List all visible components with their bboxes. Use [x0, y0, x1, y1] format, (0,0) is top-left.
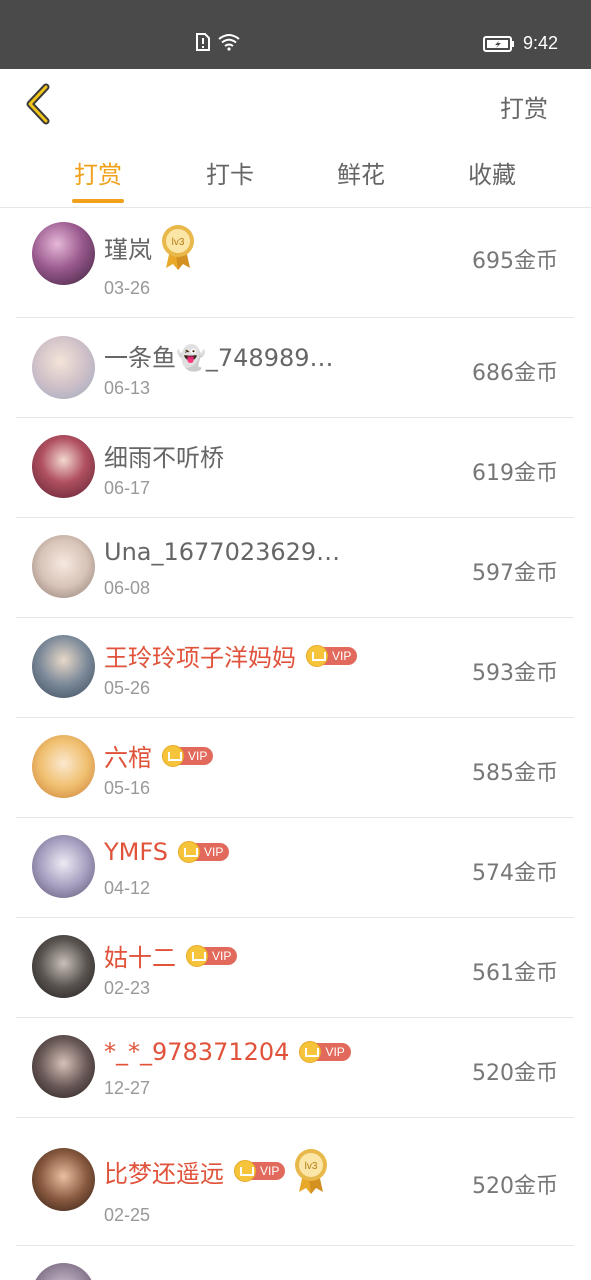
- coin-amount: 619金币: [472, 461, 558, 486]
- user-name: 一条鱼👻_748989…: [104, 344, 334, 372]
- vip-badge: VIP: [162, 744, 214, 767]
- crown-icon: [177, 841, 200, 863]
- avatar: [32, 735, 95, 798]
- avatar: [32, 222, 95, 285]
- crown-icon: [186, 944, 208, 967]
- status-icons: [196, 33, 240, 51]
- battery-icon: [482, 35, 514, 52]
- user-name: 王玲玲项子洋妈妈 VIP: [104, 638, 358, 673]
- coin-amount: 520金币: [472, 1061, 558, 1086]
- svg-text:lv3: lv3: [305, 1161, 318, 1172]
- coin-amount: 597金币: [472, 561, 558, 586]
- coin-amount: 695金币: [472, 249, 558, 274]
- avatar: [32, 935, 95, 998]
- user-name: 瑾岚 lv3: [104, 224, 196, 270]
- tab-flowers[interactable]: 鲜花: [301, 155, 421, 190]
- crown-icon: [162, 744, 184, 767]
- sim-alert-icon: [196, 33, 210, 51]
- vip-badge: VIP: [306, 644, 358, 667]
- reward-date: 04-12: [104, 878, 151, 898]
- list-item[interactable]: YMFS VIP 04-12 574金币: [16, 818, 574, 918]
- chevron-left-icon: [26, 83, 50, 125]
- avatar: [32, 336, 95, 399]
- tab-checkin[interactable]: 打卡: [170, 155, 290, 190]
- vip-badge: VIP: [299, 1041, 351, 1063]
- user-name: 细雨不听桥: [104, 444, 224, 472]
- reward-date: 06-13: [104, 378, 151, 398]
- list-item[interactable]: 六棺 VIP 05-16 585金币: [16, 718, 574, 818]
- coin-amount: 585金币: [472, 761, 558, 786]
- list-item[interactable]: 比梦还遥远 VIP lv3 02-25 520金币: [16, 1118, 574, 1246]
- user-name: 六棺 VIP: [104, 738, 214, 773]
- back-button[interactable]: [20, 81, 60, 127]
- status-bar: 9:42: [0, 0, 591, 69]
- user-name: 比梦还遥远 VIP lv3: [104, 1148, 329, 1194]
- avatar: [32, 1148, 95, 1211]
- reward-date: 06-17: [104, 478, 151, 498]
- avatar: [32, 435, 95, 498]
- reward-date: 06-08: [104, 578, 151, 598]
- tab-bar: 打赏 打卡 鲜花 收藏: [0, 141, 591, 208]
- reward-date: 03-26: [104, 278, 151, 298]
- coin-amount: 593金币: [472, 661, 558, 686]
- tab-favorites[interactable]: 收藏: [432, 155, 552, 190]
- list-item[interactable]: 细雨不听桥 06-17 619金币: [16, 418, 574, 518]
- list-item[interactable]: 王玲玲项子洋妈妈 VIP 05-26 593金币: [16, 618, 574, 718]
- svg-text:lv3: lv3: [172, 237, 185, 248]
- avatar: [32, 635, 95, 698]
- list-item-partial[interactable]: [16, 1246, 574, 1280]
- reward-date: 05-26: [104, 678, 151, 698]
- status-right: 9:42: [482, 33, 558, 54]
- user-name: 姑十二 VIP: [104, 938, 238, 973]
- vip-badge: VIP: [177, 841, 230, 863]
- level-medal-icon: lv3: [293, 1148, 329, 1194]
- status-time: 9:42: [522, 33, 558, 53]
- wifi-icon: [218, 34, 240, 51]
- crown-icon: [234, 1160, 256, 1182]
- vip-badge: VIP: [186, 944, 238, 967]
- avatar: [32, 535, 95, 598]
- coin-amount: 520金币: [472, 1174, 558, 1199]
- nav-reward-button[interactable]: 打赏: [500, 89, 548, 124]
- coin-amount: 561金币: [472, 961, 558, 986]
- user-name: *_*_978371204 VIP: [104, 1038, 351, 1066]
- reward-date: 12-27: [104, 1078, 151, 1098]
- level-medal-icon: lv3: [160, 224, 196, 270]
- coin-amount: 686金币: [472, 361, 558, 386]
- vip-badge: VIP: [234, 1160, 286, 1182]
- reward-date: 02-23: [104, 978, 151, 998]
- tab-reward[interactable]: 打赏: [38, 155, 158, 190]
- list-item[interactable]: *_*_978371204 VIP 12-27 520金币: [16, 1018, 574, 1118]
- user-name: Una_1677023629…: [104, 538, 341, 566]
- reward-date: 05-16: [104, 778, 151, 798]
- user-name: YMFS VIP: [104, 838, 230, 866]
- list-item[interactable]: 一条鱼👻_748989… 06-13 686金币: [16, 318, 574, 418]
- list-item[interactable]: 瑾岚 lv3 03-26 695金币: [16, 208, 574, 318]
- active-tab-indicator: [72, 199, 124, 203]
- reward-date: 02-25: [104, 1205, 151, 1225]
- list-item[interactable]: 姑十二 VIP 02-23 561金币: [16, 918, 574, 1018]
- avatar: [32, 1035, 95, 1098]
- list-item[interactable]: Una_1677023629… 06-08 597金币: [16, 518, 574, 618]
- coin-amount: 574金币: [472, 861, 558, 886]
- crown-icon: [306, 644, 328, 667]
- avatar: [32, 1263, 95, 1280]
- avatar: [32, 835, 95, 898]
- nav-bar: 打赏: [0, 69, 591, 141]
